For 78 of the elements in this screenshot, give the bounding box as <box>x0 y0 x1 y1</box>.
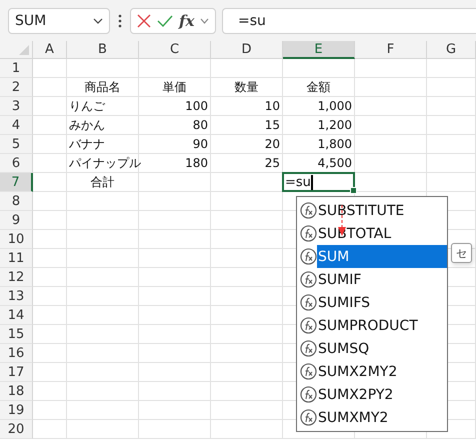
row-header[interactable]: 2 <box>0 78 33 97</box>
function-icon <box>300 202 317 219</box>
column-header[interactable]: A <box>33 41 67 59</box>
row-header[interactable]: 17 <box>0 363 33 382</box>
column-header[interactable]: F <box>355 41 427 59</box>
column-header[interactable]: G <box>427 41 476 59</box>
row-header[interactable]: 15 <box>0 325 33 344</box>
function-icon <box>300 248 317 265</box>
row-header[interactable]: 19 <box>0 401 33 420</box>
cell-text: 15 <box>264 118 280 132</box>
function-icon <box>300 294 317 311</box>
row-header[interactable]: 10 <box>0 230 33 249</box>
function-option[interactable]: SUBSTITUTE <box>317 199 447 222</box>
row-header[interactable]: 7 <box>0 173 33 192</box>
cell-text: 商品名 <box>84 78 120 96</box>
row-header[interactable]: 5 <box>0 135 33 154</box>
chevron-down-icon <box>93 18 103 24</box>
cell-text: 25 <box>264 156 280 170</box>
column-header[interactable]: C <box>139 41 211 59</box>
row-header[interactable]: 9 <box>0 211 33 230</box>
column-header[interactable]: B <box>67 41 139 59</box>
cell-text: 1,800 <box>318 137 352 151</box>
cell-text: 10 <box>264 99 280 113</box>
function-option[interactable]: SUMPRODUCT <box>317 314 447 337</box>
cell-text: 金額 <box>306 78 330 96</box>
name-box[interactable]: SUM <box>8 8 110 34</box>
function-option[interactable]: SUMXMY2 <box>317 406 447 429</box>
row-header[interactable]: 1 <box>0 59 33 78</box>
row-header[interactable]: 18 <box>0 382 33 401</box>
function-option[interactable]: SUMSQ <box>317 337 447 360</box>
function-option[interactable]: SUMIFS <box>317 291 447 314</box>
cell-text: 100 <box>185 99 208 113</box>
function-icon <box>300 317 317 334</box>
chevron-down-icon[interactable] <box>200 18 210 24</box>
insert-function-button[interactable]: fx <box>179 12 194 30</box>
row-header[interactable]: 13 <box>0 287 33 306</box>
tooltip: セ <box>451 243 472 263</box>
cell-text: 4,500 <box>318 156 352 170</box>
function-icon <box>300 409 317 426</box>
row-header[interactable]: 6 <box>0 154 33 173</box>
formula-field[interactable]: =su <box>222 8 476 34</box>
cell-text: 20 <box>264 137 280 151</box>
function-icon <box>300 386 317 403</box>
column-header[interactable]: D <box>211 41 283 59</box>
column-header[interactable]: E <box>283 41 355 59</box>
check-icon[interactable] <box>157 14 173 26</box>
cancel-icon[interactable] <box>137 14 151 28</box>
cell-text: 単価 <box>162 78 186 96</box>
function-option[interactable]: SUMX2PY2 <box>317 383 447 406</box>
row-header[interactable]: 8 <box>0 192 33 211</box>
cell-text: 1,000 <box>318 99 352 113</box>
row-header[interactable]: 3 <box>0 97 33 116</box>
function-option[interactable]: SUM <box>317 245 447 268</box>
function-option[interactable]: SUMIF <box>317 268 447 291</box>
function-icon <box>300 271 317 288</box>
function-option[interactable]: SUBTOTAL <box>317 222 447 245</box>
cell-text: 80 <box>192 118 208 132</box>
cell-text: 90 <box>192 137 208 151</box>
cell-text: パイナップル <box>69 154 141 172</box>
function-icon <box>300 225 317 242</box>
cell-text: 数量 <box>234 78 258 96</box>
row-header[interactable]: 4 <box>0 116 33 135</box>
row-header[interactable]: 16 <box>0 344 33 363</box>
row-header[interactable]: 14 <box>0 306 33 325</box>
cell-text: バナナ <box>69 136 105 152</box>
cell-text: 180 <box>185 156 208 170</box>
cell-editor[interactable]: =su <box>282 172 355 192</box>
more-icon[interactable] <box>118 14 122 28</box>
cell-text: みかん <box>69 116 105 134</box>
cell-text: 1,200 <box>318 118 352 132</box>
cell-text: 合計 <box>90 174 114 190</box>
cell-text: りんご <box>69 98 105 114</box>
row-header[interactable]: 11 <box>0 249 33 268</box>
row-header[interactable]: 20 <box>0 420 33 439</box>
function-icon <box>300 340 317 357</box>
function-icon <box>300 363 317 380</box>
row-header[interactable]: 12 <box>0 268 33 287</box>
function-option[interactable]: SUMX2MY2 <box>317 360 447 383</box>
